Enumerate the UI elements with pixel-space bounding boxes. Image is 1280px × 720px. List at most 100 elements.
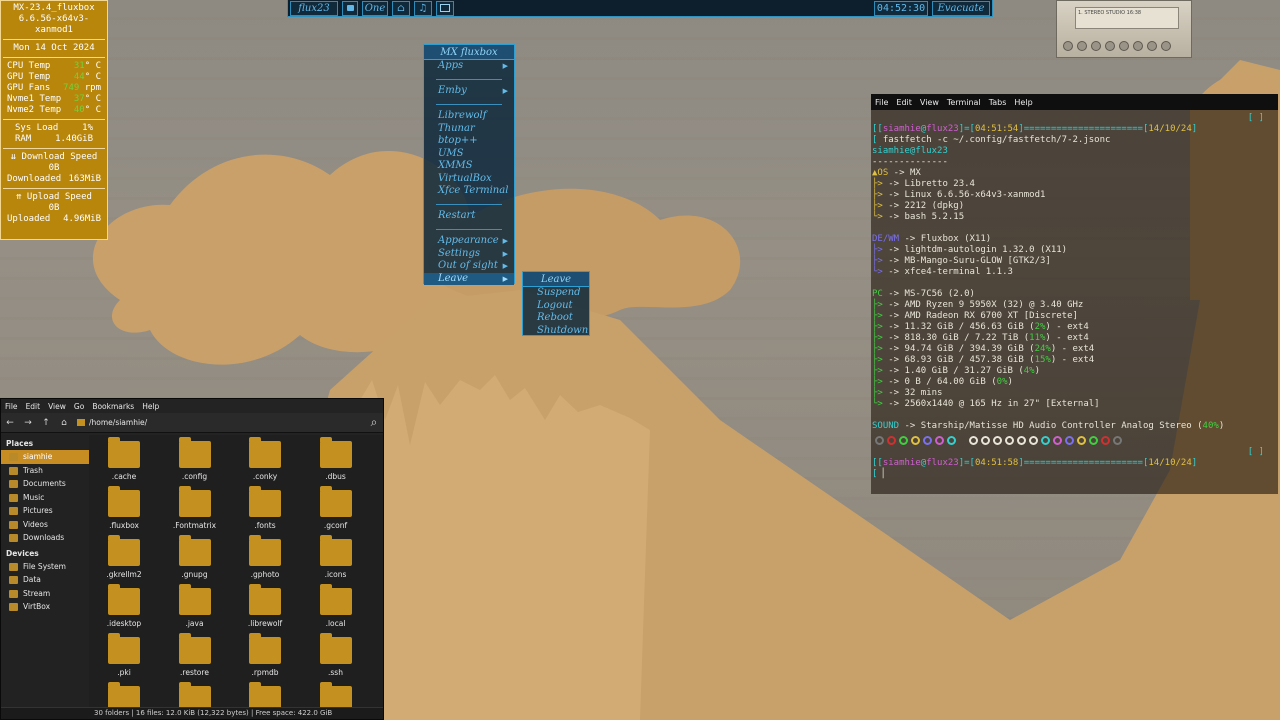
back-arrow-icon[interactable]: ← <box>1 418 19 428</box>
folder-item[interactable]: .local <box>301 584 371 628</box>
folder-item[interactable]: .pki <box>89 633 159 677</box>
sidebar-item-pictures[interactable]: Pictures <box>1 504 89 518</box>
menu-item-out-of-sight[interactable]: Out of sight ▶ <box>424 260 514 273</box>
knob-icon[interactable] <box>1077 41 1087 51</box>
nvme1-value: 37 <box>73 94 85 104</box>
sidebar-item-downloads[interactable]: Downloads <box>1 531 89 545</box>
nvme2-row: Nvme2 Temp 40° C <box>1 105 107 116</box>
knob-icon[interactable] <box>1063 41 1073 51</box>
home-icon[interactable]: ⌂ <box>392 0 410 16</box>
menu-item-xfce-terminal[interactable]: Xfce Terminal <box>424 185 514 198</box>
knob-icon[interactable] <box>1091 41 1101 51</box>
menu-item-reboot[interactable]: Reboot <box>523 312 589 325</box>
menu-item-suspend[interactable]: Suspend <box>523 287 589 300</box>
menu-edit[interactable]: Edit <box>892 98 916 107</box>
forward-arrow-icon[interactable]: → <box>19 418 37 428</box>
menu-item-thunar[interactable]: Thunar <box>424 123 514 136</box>
menu-item-ums[interactable]: UMS <box>424 148 514 161</box>
sidebar-item-file-system[interactable]: File System <box>1 560 89 574</box>
folder-icon <box>108 437 140 468</box>
terminal-prompt-2: [ ] [[siamhie@flux23]=[04:51:58]=========… <box>871 447 1278 480</box>
folder-item[interactable]: .dbus <box>301 437 371 481</box>
folder-item[interactable]: .librewolf <box>230 584 300 628</box>
up-arrow-icon[interactable]: ↑ <box>37 418 55 428</box>
folder-icon <box>108 584 140 615</box>
xmms-player[interactable]: 1. STEREO STUDIO 16:38 <box>1056 0 1192 58</box>
folder-item[interactable]: .java <box>160 584 230 628</box>
sidebar-item-stream[interactable]: Stream <box>1 587 89 601</box>
menu-help[interactable]: Help <box>1010 98 1036 107</box>
folder-item[interactable]: .rpmdb <box>230 633 300 677</box>
menu-item-librewolf[interactable]: Librewolf <box>424 110 514 123</box>
menu-go[interactable]: Go <box>70 402 88 411</box>
folder-item[interactable]: .gconf <box>301 486 371 530</box>
location-bar[interactable]: /home/siamhie/ <box>77 418 147 427</box>
sidebar-item-siamhie[interactable]: siamhie <box>1 450 89 464</box>
home-icon[interactable]: ⌂ <box>55 418 73 428</box>
sidebar-item-documents[interactable]: Documents <box>1 477 89 491</box>
menu-item-logout[interactable]: Logout <box>523 300 589 313</box>
knob-icon[interactable] <box>1133 41 1143 51</box>
menu-item-virtualbox[interactable]: VirtualBox <box>424 173 514 186</box>
percent: 2% <box>1034 322 1046 332</box>
menu-item-restart[interactable]: Restart <box>424 210 514 223</box>
folder-item[interactable]: .restore <box>160 633 230 677</box>
menu-bookmarks[interactable]: Bookmarks <box>88 402 138 411</box>
folder-item[interactable] <box>301 682 371 707</box>
workspace-name[interactable]: One <box>362 0 388 16</box>
folder-item[interactable]: .ssh <box>301 633 371 677</box>
knob-icon[interactable] <box>1119 41 1129 51</box>
menu-item-xmms[interactable]: XMMS <box>424 160 514 173</box>
sidebar-item-virtbox[interactable]: VirtBox <box>1 600 89 614</box>
menu-view[interactable]: View <box>916 98 943 107</box>
menu-item-shutdown[interactable]: Shutdown <box>523 325 589 338</box>
sidebar-item-data[interactable]: Data <box>1 573 89 587</box>
knob-icon[interactable] <box>1147 41 1157 51</box>
folder-icon <box>9 534 18 542</box>
menu-terminal[interactable]: Terminal <box>943 98 985 107</box>
folder-item[interactable]: .config <box>160 437 230 481</box>
folder-item[interactable]: .Fontmatrix <box>160 486 230 530</box>
toolbar-brand[interactable]: flux23 <box>290 0 338 16</box>
terminal-window[interactable]: File Edit View Terminal Tabs Help [ ] [[s… <box>871 94 1278 494</box>
menu-tabs[interactable]: Tabs <box>985 98 1011 107</box>
menu-item-appearance[interactable]: Appearance ▶ <box>424 235 514 248</box>
folder-item[interactable]: .gkrellm2 <box>89 535 159 579</box>
terminal-icon[interactable] <box>436 0 454 16</box>
knob-icon[interactable] <box>1161 41 1171 51</box>
download-speed-value: 0B <box>48 163 60 173</box>
folder-item[interactable]: .fonts <box>230 486 300 530</box>
folder-item[interactable]: .fluxbox <box>89 486 159 530</box>
folder-item[interactable]: .icons <box>301 535 371 579</box>
folder-item[interactable]: .idesktop <box>89 584 159 628</box>
menu-help[interactable]: Help <box>138 402 163 411</box>
menu-item-btop[interactable]: btop++ <box>424 135 514 148</box>
menu-item-emby[interactable]: Emby ▶ <box>424 85 514 98</box>
folder-icon <box>108 633 140 664</box>
folder-item[interactable] <box>160 682 230 707</box>
menu-file[interactable]: File <box>871 98 892 107</box>
folder-item[interactable]: .gnupg <box>160 535 230 579</box>
sidebar-item-music[interactable]: Music <box>1 491 89 505</box>
menu-view[interactable]: View <box>44 402 70 411</box>
sound-value: Starship/Matisse HD Audio Controller Ana… <box>920 421 1203 431</box>
input-line[interactable]: [ ▏ <box>872 469 1278 480</box>
menu-item-settings[interactable]: Settings ▶ <box>424 248 514 261</box>
headphones-icon[interactable]: ♫ <box>414 0 432 16</box>
menu-item-leave[interactable]: Leave ▶ <box>424 272 514 285</box>
folder-item[interactable]: .gphoto <box>230 535 300 579</box>
folder-item[interactable]: .conky <box>230 437 300 481</box>
knob-icon[interactable] <box>1105 41 1115 51</box>
folder-item[interactable] <box>89 682 159 707</box>
menu-file[interactable]: File <box>1 402 22 411</box>
search-icon[interactable]: ⌕ <box>365 415 383 430</box>
sidebar-item-videos[interactable]: Videos <box>1 518 89 532</box>
exit-button[interactable]: Evacuate <box>932 0 990 16</box>
folder-item[interactable]: .cache <box>89 437 159 481</box>
ram-value: 1.40GiB <box>55 134 93 144</box>
menu-edit[interactable]: Edit <box>22 402 45 411</box>
workspace-icon[interactable] <box>342 0 358 16</box>
folder-item[interactable] <box>230 682 300 707</box>
sidebar-item-trash[interactable]: Trash <box>1 464 89 478</box>
menu-item-apps[interactable]: Apps ▶ <box>424 60 514 73</box>
